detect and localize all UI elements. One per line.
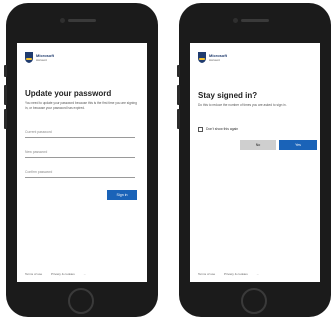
privacy-link[interactable]: Privacy & cookies bbox=[224, 272, 248, 276]
phone-volume-up bbox=[177, 85, 180, 105]
page-description: Do this to reduce the number of times yo… bbox=[198, 103, 287, 107]
front-camera-icon bbox=[60, 18, 65, 23]
sign-in-button[interactable]: Sign in bbox=[107, 190, 137, 200]
no-button[interactable]: No bbox=[240, 140, 276, 150]
phone-screen-stay-signed-in: Microsoft Account Stay signed in? Do thi… bbox=[190, 43, 320, 282]
shield-logo-icon bbox=[25, 52, 33, 63]
new-password-placeholder: New password bbox=[25, 150, 48, 154]
confirm-password-placeholder: Confirm password bbox=[25, 170, 53, 174]
phone-volume-down bbox=[4, 109, 7, 129]
confirm-password-field[interactable]: Confirm password bbox=[25, 168, 135, 178]
brand-logo: Microsoft Account bbox=[25, 52, 65, 66]
phone-left: Microsoft Account Update your password Y… bbox=[4, 3, 158, 317]
phone-volume-up bbox=[4, 85, 7, 105]
footer-links: Terms of use Privacy & cookies ... bbox=[198, 272, 267, 276]
phone-side-button bbox=[4, 65, 7, 77]
phone-volume-down bbox=[177, 109, 180, 129]
home-button[interactable] bbox=[241, 288, 267, 314]
terms-link[interactable]: Terms of use bbox=[25, 272, 42, 276]
phone-side-button bbox=[177, 65, 180, 77]
phone-right: Microsoft Account Stay signed in? Do thi… bbox=[177, 3, 331, 317]
dont-show-again-label: Don't show this again bbox=[206, 127, 239, 131]
front-camera-icon bbox=[233, 18, 238, 23]
home-button[interactable] bbox=[68, 288, 94, 314]
shield-logo-icon bbox=[198, 52, 206, 63]
new-password-field[interactable]: New password bbox=[25, 148, 135, 158]
terms-link[interactable]: Terms of use bbox=[198, 272, 215, 276]
page-description: You need to update your password because… bbox=[25, 101, 137, 110]
current-password-placeholder: Current password bbox=[25, 130, 52, 134]
more-options-link[interactable]: ... bbox=[84, 272, 87, 276]
speaker-grille bbox=[241, 19, 269, 22]
dont-show-again-checkbox[interactable] bbox=[198, 127, 203, 132]
phone-screen-update-password: Microsoft Account Update your password Y… bbox=[17, 43, 147, 282]
page-title: Update your password bbox=[25, 89, 112, 98]
current-password-field[interactable]: Current password bbox=[25, 128, 135, 138]
brand-sub: Account bbox=[36, 58, 47, 62]
yes-button[interactable]: Yes bbox=[279, 140, 317, 150]
speaker-grille bbox=[68, 19, 96, 22]
more-options-link[interactable]: ... bbox=[257, 272, 260, 276]
privacy-link[interactable]: Privacy & cookies bbox=[51, 272, 75, 276]
brand-logo: Microsoft Account bbox=[198, 52, 238, 66]
footer-links: Terms of use Privacy & cookies ... bbox=[25, 272, 94, 276]
page-title: Stay signed in? bbox=[198, 91, 258, 100]
brand-sub: Account bbox=[209, 58, 220, 62]
